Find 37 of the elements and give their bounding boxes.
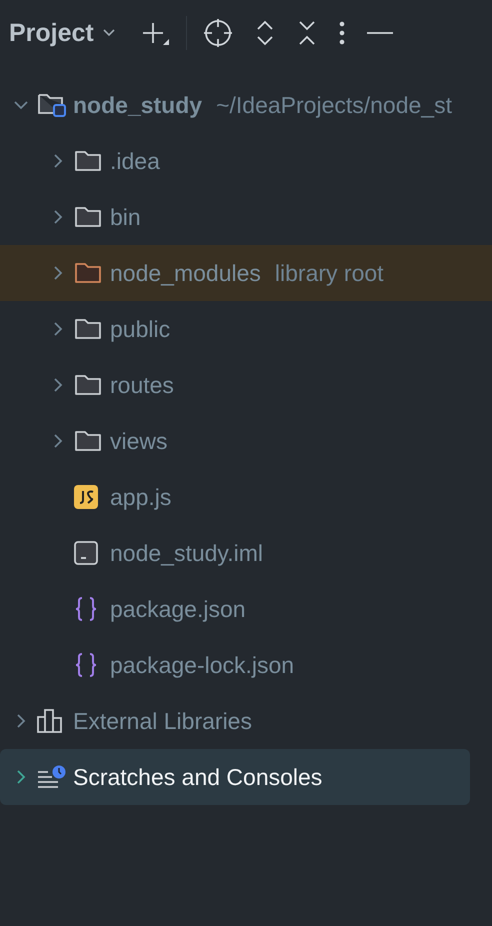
project-folder-icon bbox=[37, 92, 67, 118]
folder-icon bbox=[74, 150, 102, 172]
bar-chart-icon bbox=[37, 709, 63, 733]
path-hint: library root bbox=[274, 260, 384, 286]
folder-icon bbox=[74, 318, 102, 340]
curly-braces-icon bbox=[74, 596, 98, 622]
selected-tree-row[interactable]: Scratches and Consoles bbox=[0, 749, 470, 805]
tree-item-label[interactable]: public bbox=[110, 316, 170, 342]
expand-all-icon[interactable] bbox=[254, 20, 275, 46]
javascript-file-icon bbox=[74, 485, 98, 509]
highlighted-tree-row[interactable]: node_modules library root bbox=[0, 245, 492, 301]
tree-item-label[interactable]: routes bbox=[110, 372, 174, 398]
scratch-list-clock-icon bbox=[37, 765, 67, 789]
tree-item-label[interactable]: .idea bbox=[110, 148, 160, 174]
panel-title[interactable]: Project bbox=[9, 18, 94, 48]
folder-icon bbox=[74, 374, 102, 396]
crosshair-icon[interactable] bbox=[202, 18, 233, 48]
path-hint: ~/IdeaProjects/node_st bbox=[216, 92, 452, 118]
folder-icon bbox=[74, 262, 102, 284]
tree-item-label[interactable]: package.json bbox=[110, 596, 246, 622]
tree-item-label[interactable]: bin bbox=[110, 204, 141, 230]
module-file-icon bbox=[74, 541, 98, 565]
tree-item-label[interactable]: node_study bbox=[73, 92, 202, 118]
folder-icon bbox=[74, 206, 102, 228]
minimize-icon[interactable] bbox=[366, 31, 393, 35]
curly-braces-icon bbox=[74, 652, 98, 678]
tree-item-label[interactable]: package-lock.json bbox=[110, 652, 294, 678]
tree-item-label[interactable]: app.js bbox=[110, 484, 172, 510]
collapse-all-icon[interactable] bbox=[296, 20, 317, 46]
tree-item-label[interactable]: node_study.iml bbox=[110, 540, 263, 566]
dropdown-chevron-icon[interactable] bbox=[102, 28, 116, 38]
tree-item-label[interactable]: views bbox=[110, 428, 168, 454]
tree-item-label[interactable]: node_modules bbox=[110, 260, 261, 286]
tree-item-label[interactable]: External Libraries bbox=[73, 708, 252, 734]
more-options-icon[interactable] bbox=[338, 20, 345, 46]
tree-item-label[interactable]: Scratches and Consoles bbox=[73, 764, 322, 790]
folder-icon bbox=[74, 430, 102, 452]
